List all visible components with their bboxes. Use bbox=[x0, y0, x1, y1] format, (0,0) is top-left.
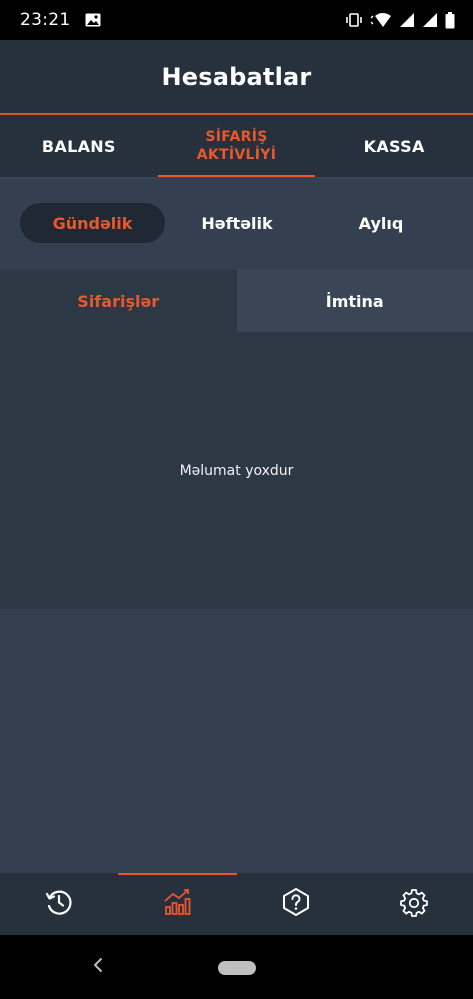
status-bar: 23:21 bbox=[0, 0, 473, 40]
app-bar: Hesabatlar bbox=[0, 40, 473, 113]
content-area: Gündəlik Həftəlik Aylıq Sifarişlər İmtin… bbox=[0, 178, 473, 873]
nav-history[interactable] bbox=[0, 873, 118, 935]
nav-settings[interactable] bbox=[355, 873, 473, 935]
system-back-button[interactable] bbox=[88, 955, 108, 979]
signal-icon-1 bbox=[399, 12, 415, 28]
battery-icon bbox=[445, 11, 455, 29]
empty-state-message: Məlumat yoxdur bbox=[179, 462, 294, 479]
system-home-button[interactable] bbox=[218, 961, 256, 975]
period-selector: Gündəlik Həftəlik Aylıq bbox=[0, 178, 473, 268]
tab-balans[interactable]: BALANS bbox=[0, 115, 158, 177]
nav-help[interactable] bbox=[237, 873, 355, 935]
tab-label-line1: SİFARİŞ bbox=[205, 129, 268, 145]
tab-sifaris-aktivliyi-label: SİFARİŞ AKTİVLİYİ bbox=[197, 128, 276, 164]
tab-balans-label: BALANS bbox=[41, 136, 116, 156]
gallery-notification-icon bbox=[85, 13, 101, 27]
period-weekly-button[interactable]: Həftəlik bbox=[165, 203, 309, 243]
chart-icon bbox=[162, 887, 192, 921]
status-right bbox=[345, 11, 455, 29]
signal-icon-2 bbox=[422, 12, 438, 28]
help-icon bbox=[281, 887, 311, 921]
period-daily-button[interactable]: Gündəlik bbox=[20, 203, 165, 243]
page-title: Hesabatlar bbox=[161, 62, 312, 91]
system-navigation-bar bbox=[0, 935, 473, 999]
status-time: 23:21 bbox=[20, 10, 71, 30]
vibrate-icon bbox=[345, 13, 363, 27]
nav-reports[interactable] bbox=[118, 873, 237, 935]
sub-tab-cancellations[interactable]: İmtina bbox=[236, 270, 473, 332]
wifi-icon bbox=[370, 12, 392, 28]
tab-label-line2: AKTİVLİYİ bbox=[196, 147, 277, 163]
back-chevron-icon bbox=[92, 957, 104, 977]
status-left: 23:21 bbox=[20, 10, 101, 30]
period-monthly-button[interactable]: Aylıq bbox=[309, 203, 453, 243]
tab-sifaris-aktivliyi[interactable]: SİFARİŞ AKTİVLİYİ bbox=[157, 115, 316, 177]
empty-state-panel: Məlumat yoxdur bbox=[0, 332, 473, 609]
sub-tabs: Sifarişlər İmtina bbox=[0, 270, 473, 332]
top-tabs: BALANS SİFARİŞ AKTİVLİYİ KASSA bbox=[0, 115, 473, 177]
tab-kassa-label: KASSA bbox=[363, 136, 425, 156]
bottom-nav bbox=[0, 873, 473, 935]
settings-icon bbox=[399, 887, 429, 921]
history-icon bbox=[44, 887, 74, 921]
sub-tab-orders[interactable]: Sifarişlər bbox=[0, 270, 237, 332]
tab-kassa[interactable]: KASSA bbox=[315, 115, 473, 177]
